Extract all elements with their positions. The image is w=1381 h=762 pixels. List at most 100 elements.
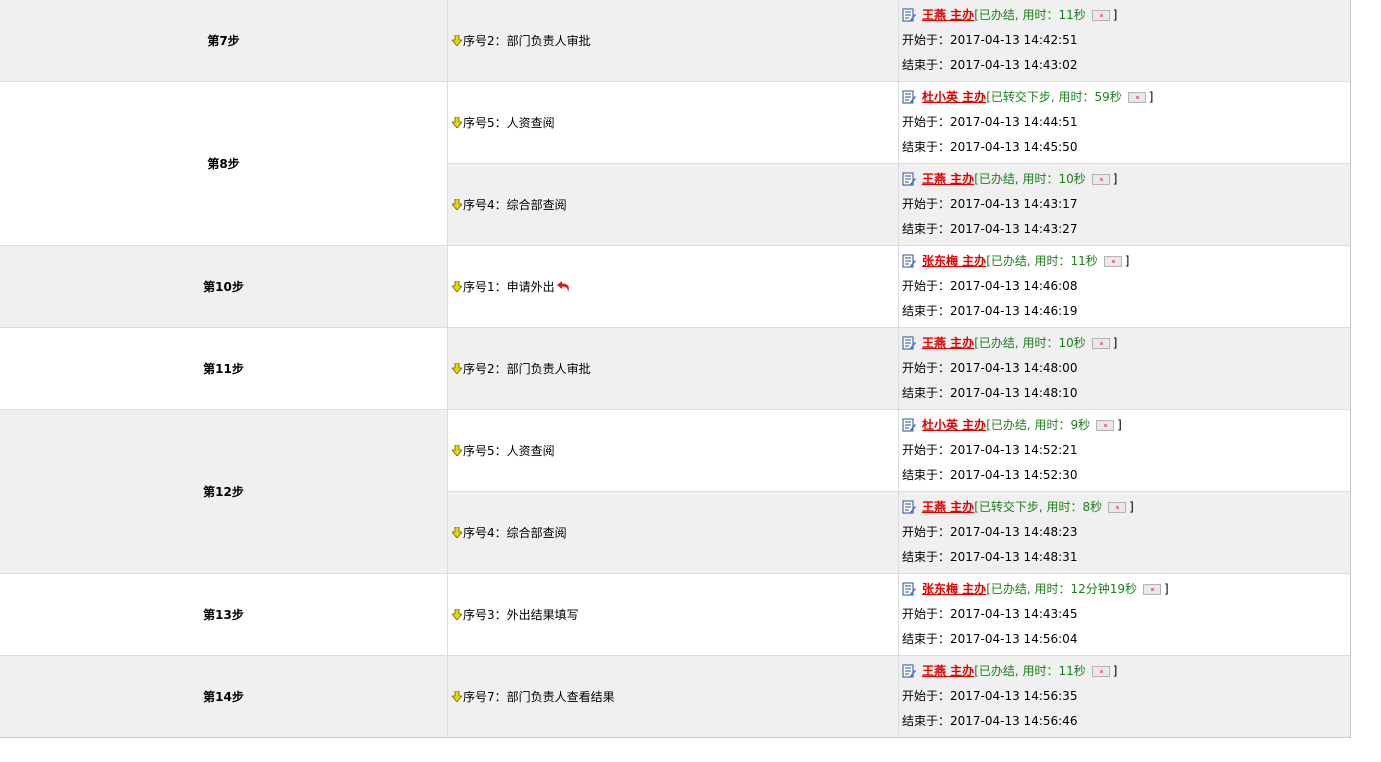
document-edit-icon[interactable] (902, 416, 916, 432)
node-cell: 序号4：综合部查阅 (448, 492, 899, 573)
node-cell: 序号4：综合部查阅 (448, 164, 899, 245)
document-edit-icon[interactable] (902, 662, 916, 678)
mini-window-icon[interactable] (1096, 420, 1115, 431)
handler-status: 已办结, 用时：9秒 (990, 418, 1091, 432)
status-close-bracket: ] (1112, 172, 1118, 186)
node-sequence-label: 序号4：综合部查阅 (463, 526, 567, 540)
step-label: 第14步 (0, 656, 448, 737)
node-row: 序号2：部门负责人审批 王燕 主办[已办结, 用时：11秒] 开始于：2017-04… (448, 0, 1350, 81)
node-sequence-label: 序号2：部门负责人审批 (463, 362, 591, 376)
node-sequence-label: 序号2：部门负责人审批 (463, 34, 591, 48)
handler-info: 杜小英 主办[已办结, 用时：9秒] 开始于：2017-04-13 14:52:2… (899, 410, 1350, 491)
document-edit-icon[interactable] (902, 252, 916, 268)
flow-step: 第12步 序号5：人资查阅 杜小英 主办[已办结, 用时：9秒] 开始于：2017-0… (0, 409, 1350, 573)
node-cell: 序号2：部门负责人审批 (448, 328, 899, 409)
document-edit-icon[interactable] (902, 580, 916, 596)
return-arrow-icon (556, 280, 571, 293)
start-time: 开始于：2017-04-13 14:48:23 (902, 525, 1078, 539)
end-time: 结束于：2017-04-13 14:45:50 (902, 140, 1078, 154)
status-close-bracket: ] (1164, 582, 1169, 596)
step-label: 第12步 (0, 410, 448, 573)
handler-info: 杜小英 主办[已转交下步, 用时：59秒] 开始于：2017-04-13 14:4… (899, 82, 1350, 163)
document-edit-icon[interactable] (902, 170, 916, 186)
handler-link[interactable]: 王燕 主办 (922, 172, 974, 186)
status-close-bracket: ] (1112, 664, 1118, 678)
mini-window-icon[interactable] (1091, 338, 1110, 349)
handler-status: 已办结, 用时：10秒 (978, 172, 1086, 186)
start-time: 开始于：2017-04-13 14:44:51 (902, 115, 1078, 129)
mini-window-icon[interactable] (1127, 92, 1146, 103)
handler-link[interactable]: 王燕 主办 (922, 500, 974, 514)
down-arrow-icon (451, 608, 463, 621)
node-cell: 序号5：人资查阅 (448, 82, 899, 163)
step-label: 第13步 (0, 574, 448, 655)
node-row: 序号1：申请外出 张东梅 主办[已办结, 用时：11秒] 开始于：2017-04-1… (448, 246, 1350, 327)
down-arrow-icon (451, 34, 463, 47)
mini-window-icon[interactable] (1091, 666, 1110, 677)
down-arrow-icon (451, 198, 463, 211)
status-close-bracket: ] (1129, 500, 1134, 514)
step-label: 第8步 (0, 82, 448, 245)
down-arrow-icon (451, 690, 463, 703)
end-time: 结束于：2017-04-13 14:56:04 (902, 632, 1078, 646)
handler-status: 已办结, 用时：11秒 (978, 8, 1086, 22)
handler-link[interactable]: 王燕 主办 (922, 336, 974, 350)
node-sequence-label: 序号5：人资查阅 (463, 116, 555, 130)
mini-window-icon[interactable] (1103, 256, 1122, 267)
handler-status: 已办结, 用时：11秒 (978, 664, 1086, 678)
document-edit-icon[interactable] (902, 334, 916, 350)
mini-window-icon[interactable] (1091, 174, 1110, 185)
start-time: 开始于：2017-04-13 14:46:08 (902, 279, 1078, 293)
handler-link[interactable]: 王燕 主办 (922, 8, 974, 22)
handler-link[interactable]: 王燕 主办 (922, 664, 974, 678)
document-edit-icon[interactable] (902, 498, 916, 514)
flow-step: 第7步 序号2：部门负责人审批 王燕 主办[已办结, 用时：11秒] 开始于：2017… (0, 0, 1350, 81)
start-time: 开始于：2017-04-13 14:48:00 (902, 361, 1078, 375)
status-close-bracket: ] (1112, 336, 1118, 350)
node-row: 序号5：人资查阅 杜小英 主办[已转交下步, 用时：59秒] 开始于：2017-04… (448, 82, 1350, 163)
document-edit-icon[interactable] (902, 88, 916, 104)
step-nodes: 序号3：外出结果填写 张东梅 主办[已办结, 用时：12分钟19秒] 开始于：201… (448, 574, 1350, 655)
node-sequence-label: 序号4：综合部查阅 (463, 198, 567, 212)
status-close-bracket: ] (1112, 8, 1118, 22)
mini-window-icon[interactable] (1143, 584, 1162, 595)
step-label: 第11步 (0, 328, 448, 409)
node-sequence-label: 序号5：人资查阅 (463, 444, 555, 458)
node-sequence-label: 序号7：部门负责人查看结果 (463, 690, 615, 704)
status-close-bracket: ] (1124, 254, 1130, 268)
handler-info: 王燕 主办[已办结, 用时：10秒] 开始于：2017-04-13 14:48:0… (899, 328, 1350, 409)
flow-step: 第10步 序号1：申请外出 张东梅 主办[已办结, 用时：11秒] 开始于：2017-… (0, 245, 1350, 327)
handler-status: 已办结, 用时：12分钟19秒 (990, 582, 1138, 596)
node-cell: 序号3：外出结果填写 (448, 574, 899, 655)
step-nodes: 序号1：申请外出 张东梅 主办[已办结, 用时：11秒] 开始于：2017-04-1… (448, 246, 1350, 327)
down-arrow-icon (451, 280, 463, 293)
handler-link[interactable]: 张东梅 主办 (922, 254, 986, 268)
end-time: 结束于：2017-04-13 14:52:30 (902, 468, 1078, 482)
handler-info: 王燕 主办[已办结, 用时：11秒] 开始于：2017-04-13 14:56:3… (899, 656, 1350, 737)
node-row: 序号2：部门负责人审批 王燕 主办[已办结, 用时：10秒] 开始于：2017-04… (448, 328, 1350, 409)
down-arrow-icon (451, 444, 463, 457)
handler-link[interactable]: 杜小英 主办 (922, 418, 986, 432)
down-arrow-icon (451, 116, 463, 129)
down-arrow-icon (451, 362, 463, 375)
step-nodes: 序号5：人资查阅 杜小英 主办[已办结, 用时：9秒] 开始于：2017-04-13… (448, 410, 1350, 573)
step-label: 第7步 (0, 0, 448, 81)
handler-info: 张东梅 主办[已办结, 用时：12分钟19秒] 开始于：2017-04-13 14… (899, 574, 1350, 655)
flow-step-table: 第7步 序号2：部门负责人审批 王燕 主办[已办结, 用时：11秒] 开始于：2017… (0, 0, 1351, 738)
handler-link[interactable]: 杜小英 主办 (922, 90, 986, 104)
handler-link[interactable]: 张东梅 主办 (922, 582, 986, 596)
step-nodes: 序号5：人资查阅 杜小英 主办[已转交下步, 用时：59秒] 开始于：2017-04… (448, 82, 1350, 245)
end-time: 结束于：2017-04-13 14:48:10 (902, 386, 1078, 400)
mini-window-icon[interactable] (1108, 502, 1127, 513)
step-nodes: 序号2：部门负责人审批 王燕 主办[已办结, 用时：11秒] 开始于：2017-04… (448, 0, 1350, 81)
start-time: 开始于：2017-04-13 14:56:35 (902, 689, 1078, 703)
document-edit-icon[interactable] (902, 6, 916, 22)
step-nodes: 序号7：部门负责人查看结果 王燕 主办[已办结, 用时：11秒] 开始于：2017-… (448, 656, 1350, 737)
mini-window-icon[interactable] (1091, 10, 1110, 21)
flow-step: 第11步 序号2：部门负责人审批 王燕 主办[已办结, 用时：10秒] 开始于：201… (0, 327, 1350, 409)
handler-status: 已办结, 用时：11秒 (990, 254, 1098, 268)
handler-info: 张东梅 主办[已办结, 用时：11秒] 开始于：2017-04-13 14:46:… (899, 246, 1350, 327)
start-time: 开始于：2017-04-13 14:52:21 (902, 443, 1078, 457)
handler-info: 王燕 主办[已办结, 用时：11秒] 开始于：2017-04-13 14:42:5… (899, 0, 1350, 81)
end-time: 结束于：2017-04-13 14:56:46 (902, 714, 1078, 728)
